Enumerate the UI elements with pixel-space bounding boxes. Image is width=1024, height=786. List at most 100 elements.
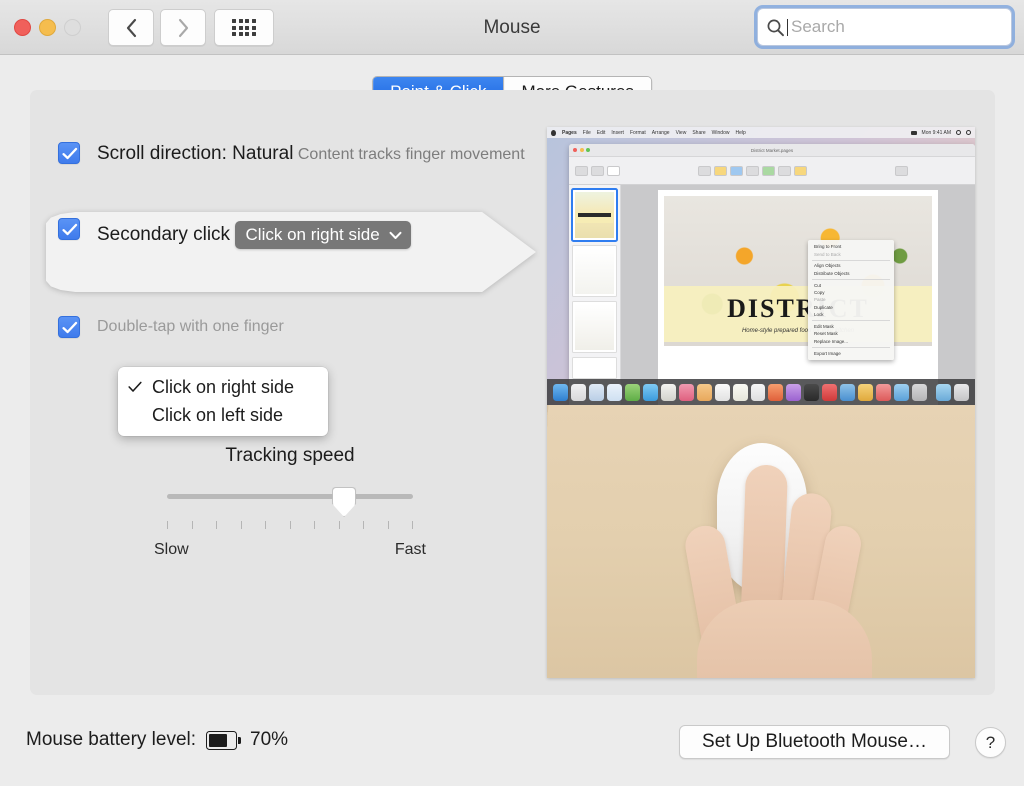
checkbox-secondary-click[interactable] [58,218,80,240]
menu-item-click-on-left-side[interactable]: Click on left side [118,401,328,429]
secondary-click-dropdown-menu[interactable]: Click on right side Click on left side [118,367,328,436]
chevron-left-icon [126,18,136,37]
option-title-scroll-direction: Scroll direction: Natural [97,143,294,164]
dock-icon-music [768,383,784,401]
option-row-scroll-direction[interactable]: Scroll direction: Natural Content tracks… [58,142,525,166]
slider-track[interactable] [167,494,413,499]
demo-ctx-item: Send to Back [814,251,841,257]
demo-menu-share: Share [692,129,706,136]
demo-document-heading: DISTRICT [727,294,869,323]
demo-video-preview[interactable]: Pages File Edit Insert Format Arrange Vi… [547,127,975,678]
option-subtitle-smart-zoom: Double-tap with one finger [97,318,284,335]
demo-ctx-item: Reset Mask [814,331,838,337]
help-button[interactable]: ? [975,727,1006,758]
preview-screen-recording: Pages File Edit Insert Format Arrange Vi… [547,127,975,405]
checkmark-icon [62,147,78,160]
menu-item-label: Click on right side [152,376,295,397]
demo-menu-file: File [582,129,591,136]
dock-icon-contacts [624,383,640,401]
show-all-button[interactable] [214,9,274,46]
dock-icon-system-preferences [894,383,910,401]
window-titlebar: Mouse Search [0,0,1024,55]
checkbox-scroll-direction[interactable] [58,142,80,164]
preview-hand-on-mouse [547,405,975,678]
dock-icon-podcasts [786,383,802,401]
dock-icon-appstore [876,383,892,401]
chevron-right-icon [178,18,188,37]
option-row-secondary-click[interactable]: Secondary click Click on right side [58,218,411,249]
demo-pages-toolbar [569,157,975,185]
demo-ctx-item: Cut [814,282,822,288]
secondary-click-popup-value: Click on right side [245,225,380,244]
dock-icon-numbers [840,383,856,401]
dock-icon-reminders [696,383,712,401]
battery-label: Mouse battery level: [26,729,197,750]
tracking-speed-slider[interactable] [167,487,413,529]
dock-icon-news [822,383,838,401]
dock-icon-keynote [858,383,874,401]
demo-ctx-item: Replace Image... [814,338,849,344]
demo-ctx-item: Distribute Objects [814,270,850,276]
preferences-content-panel: Scroll direction: Natural Content tracks… [30,90,995,695]
dock-icon-pages [750,383,766,401]
demo-context-menu: Bring to Front Send to Back Align Object… [808,240,894,360]
option-title-secondary-click: Secondary click [97,224,231,245]
back-button[interactable] [108,9,154,46]
zoom-window-button[interactable] [64,19,81,36]
dock-icon-finder [553,383,568,401]
apple-logo-icon [551,129,556,136]
system-preferences-window: Mouse Search Point & Click More Gestures [0,0,1024,786]
demo-document-page: DISTRICT Home-style prepared food for yo… [658,190,938,405]
navigation-buttons [108,9,206,46]
dock-icon-calendar [714,383,730,401]
checkmark-icon [128,381,150,393]
minimize-window-button[interactable] [39,19,56,36]
demo-pages-canvas: DISTRICT Home-style prepared food for yo… [621,185,975,405]
close-window-button[interactable] [14,19,31,36]
demo-menubar-app: Pages [562,129,577,136]
slider-thumb[interactable] [332,487,357,517]
dock-icon-safari [588,383,604,401]
demo-pages-titlebar: District Market.pages [569,144,975,157]
battery-status: Mouse battery level: 70% [26,729,288,751]
demo-document-tagline: Home-style prepared food for your kitche… [741,328,855,334]
demo-menu-help: Help [735,129,746,136]
dock-icon-tv [804,383,820,401]
forward-button[interactable] [160,9,206,46]
battery-percent: 70% [250,729,289,750]
demo-pages-window: District Market.pages DISTRICT Home-styl… [569,144,975,405]
checkmark-icon [62,223,78,236]
demo-ctx-item: Edit Mask [814,324,834,330]
control-center-icon [966,130,971,135]
demo-menu-window: Window [711,129,730,136]
slider-max-label: Fast [394,541,426,558]
demo-page-thumbnail-2 [572,245,617,297]
search-placeholder: Search [791,17,845,36]
slider-tick-marks [167,521,413,529]
menu-item-click-on-right-side[interactable]: Click on right side [118,373,328,401]
text-caret [787,18,788,36]
demo-page-thumbnail-3 [572,301,617,353]
dock-icon-maps [660,383,676,401]
demo-menu-format: Format [629,129,646,136]
demo-menubar: Pages File Edit Insert Format Arrange Vi… [547,127,975,138]
demo-ctx-item: Paste [814,297,826,303]
dock-icon-notes [732,383,748,401]
slider-labels: Slow Fast [150,541,430,559]
demo-ctx-item: Copy [814,290,825,296]
traffic-lights [14,19,81,36]
spotlight-icon [956,130,961,135]
search-icon [767,19,784,36]
checkbox-smart-zoom[interactable] [58,316,80,338]
demo-menu-view: View [675,129,687,136]
demo-pages-body: DISTRICT Home-style prepared food for yo… [569,185,975,405]
demo-menu-insert: Insert [611,129,624,136]
secondary-click-popup-button[interactable]: Click on right side [234,221,411,249]
option-row-smart-zoom[interactable]: Double-tap with one finger [58,316,284,338]
tracking-speed-group: Tracking speed Slow Fast [150,445,430,559]
search-field[interactable]: Search [757,8,1012,46]
grid-icon [232,19,256,36]
set-up-bluetooth-mouse-button[interactable]: Set Up Bluetooth Mouse… [679,725,950,759]
checkmark-icon [62,321,78,334]
chevron-down-icon [389,231,402,239]
